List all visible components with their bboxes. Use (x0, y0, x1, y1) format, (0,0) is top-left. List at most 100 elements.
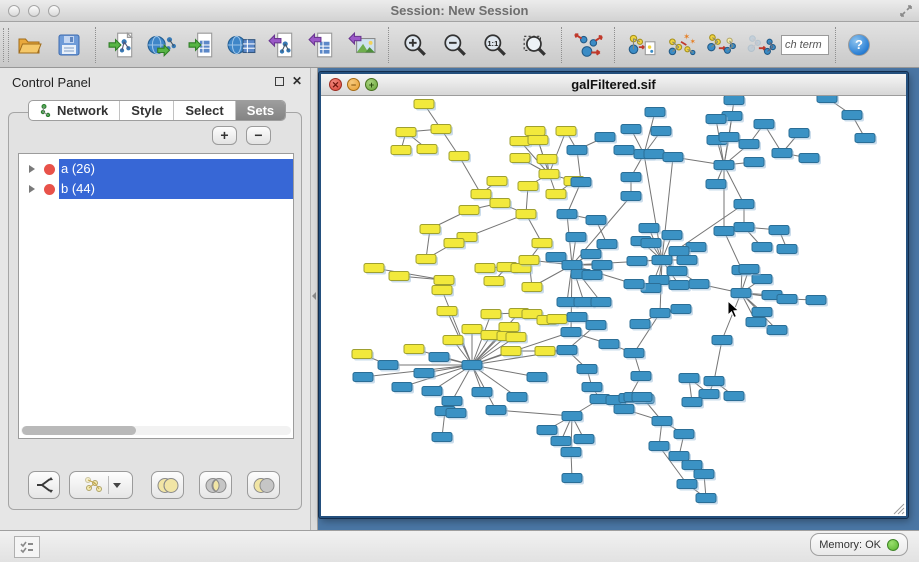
save-session-icon[interactable] (52, 26, 86, 64)
graph-node[interactable] (353, 373, 373, 382)
graph-node[interactable] (669, 281, 689, 290)
graph-node[interactable] (459, 206, 479, 215)
disclosure-triangle-icon[interactable] (29, 185, 35, 193)
graph-node[interactable] (752, 275, 772, 284)
network-canvas[interactable] (321, 96, 906, 516)
graph-node[interactable] (719, 133, 739, 142)
graph-node[interactable] (537, 155, 557, 164)
graph-node[interactable] (739, 140, 759, 149)
graph-node[interactable] (731, 289, 751, 298)
network-frame-titlebar[interactable]: ✕ − + galFiltered.sif (321, 74, 906, 96)
select-neighbors-stars-icon[interactable]: ✶✶ (664, 26, 698, 64)
import-network-file-icon[interactable] (105, 26, 139, 64)
graph-node[interactable] (631, 372, 651, 381)
graph-node[interactable] (650, 309, 670, 318)
split-set-button[interactable] (28, 471, 60, 499)
graph-node[interactable] (577, 365, 597, 374)
graph-node[interactable] (706, 115, 726, 124)
task-history-button[interactable] (14, 536, 40, 558)
graph-node[interactable] (396, 128, 416, 137)
graph-node[interactable] (420, 225, 440, 234)
list-item[interactable]: b (44) (19, 179, 293, 199)
tab-sets[interactable]: Sets (236, 101, 285, 120)
zoom-actual-size-icon[interactable]: 1:1 (478, 26, 512, 64)
graph-node[interactable] (677, 256, 697, 265)
graph-node[interactable] (417, 145, 437, 154)
graph-node[interactable] (744, 158, 764, 167)
add-set-button[interactable]: + (212, 126, 237, 145)
graph-node[interactable] (696, 494, 716, 503)
graph-node[interactable] (586, 321, 606, 330)
graph-node[interactable] (567, 146, 587, 155)
import-table-web-icon[interactable] (225, 26, 259, 64)
graph-node[interactable] (714, 227, 734, 236)
graph-node[interactable] (746, 318, 766, 327)
import-table-file-icon[interactable] (185, 26, 219, 64)
graph-node[interactable] (624, 280, 644, 289)
graph-node[interactable] (557, 346, 577, 355)
tab-network[interactable]: Network (29, 101, 120, 120)
graph-node[interactable] (674, 430, 694, 439)
apply-layout-icon[interactable] (571, 26, 605, 64)
graph-node[interactable] (645, 108, 665, 117)
graph-node[interactable] (624, 349, 644, 358)
graph-node[interactable] (777, 245, 797, 254)
set-label[interactable]: b (44) (59, 179, 293, 199)
graph-node[interactable] (571, 178, 591, 187)
graph-node[interactable] (422, 387, 442, 396)
graph-node[interactable] (724, 392, 744, 401)
graph-node[interactable] (434, 276, 454, 285)
graph-node[interactable] (789, 129, 809, 138)
graph-node[interactable] (649, 442, 669, 451)
graph-node[interactable] (662, 231, 682, 240)
graph-node[interactable] (522, 283, 542, 292)
union-sets-button[interactable] (151, 471, 184, 499)
graph-node[interactable] (752, 243, 772, 252)
graph-node[interactable] (414, 100, 434, 109)
graph-node[interactable] (535, 347, 555, 356)
graph-node[interactable] (471, 190, 491, 199)
graph-node[interactable] (484, 277, 504, 286)
graph-nodes[interactable] (352, 96, 877, 505)
export-network-icon[interactable] (265, 26, 299, 64)
disclosure-triangle-icon[interactable] (29, 165, 35, 173)
graph-node[interactable] (557, 210, 577, 219)
splitter-collapse-arrow[interactable] (312, 292, 316, 300)
graph-node[interactable] (599, 340, 619, 349)
help-button[interactable]: ? (848, 34, 870, 56)
graph-node[interactable] (551, 437, 571, 446)
graph-node[interactable] (614, 146, 634, 155)
graph-node[interactable] (561, 328, 581, 337)
graph-node[interactable] (671, 305, 691, 314)
list-item[interactable]: a (26) (19, 159, 293, 179)
graph-node[interactable] (487, 177, 507, 186)
graph-node[interactable] (734, 200, 754, 209)
graph-node[interactable] (682, 398, 702, 407)
graph-node[interactable] (391, 146, 411, 155)
graph-node[interactable] (449, 152, 469, 161)
graph-node[interactable] (490, 199, 510, 208)
graph-node[interactable] (352, 350, 372, 359)
copy-selected-nodes-icon[interactable] (704, 26, 738, 64)
graph-node[interactable] (581, 250, 601, 259)
export-image-icon[interactable] (345, 26, 379, 64)
graph-node[interactable] (591, 298, 611, 307)
graph-node[interactable] (429, 353, 449, 362)
graph-node[interactable] (724, 96, 744, 105)
graph-node[interactable] (547, 315, 567, 324)
graph-node[interactable] (462, 325, 482, 334)
graph-node[interactable] (754, 120, 774, 129)
graph-node[interactable] (651, 127, 671, 136)
graph-node[interactable] (663, 153, 683, 162)
graph-node[interactable] (525, 127, 545, 136)
search-input[interactable] (781, 35, 829, 55)
graph-node[interactable] (627, 257, 647, 266)
graph-node[interactable] (621, 173, 641, 182)
graph-node[interactable] (527, 373, 547, 382)
graph-node[interactable] (679, 374, 699, 383)
panel-splitter[interactable] (310, 68, 318, 530)
intersect-sets-button[interactable] (199, 471, 232, 499)
graph-node[interactable] (734, 223, 754, 232)
graph-node[interactable] (561, 448, 581, 457)
graph-node[interactable] (582, 383, 602, 392)
